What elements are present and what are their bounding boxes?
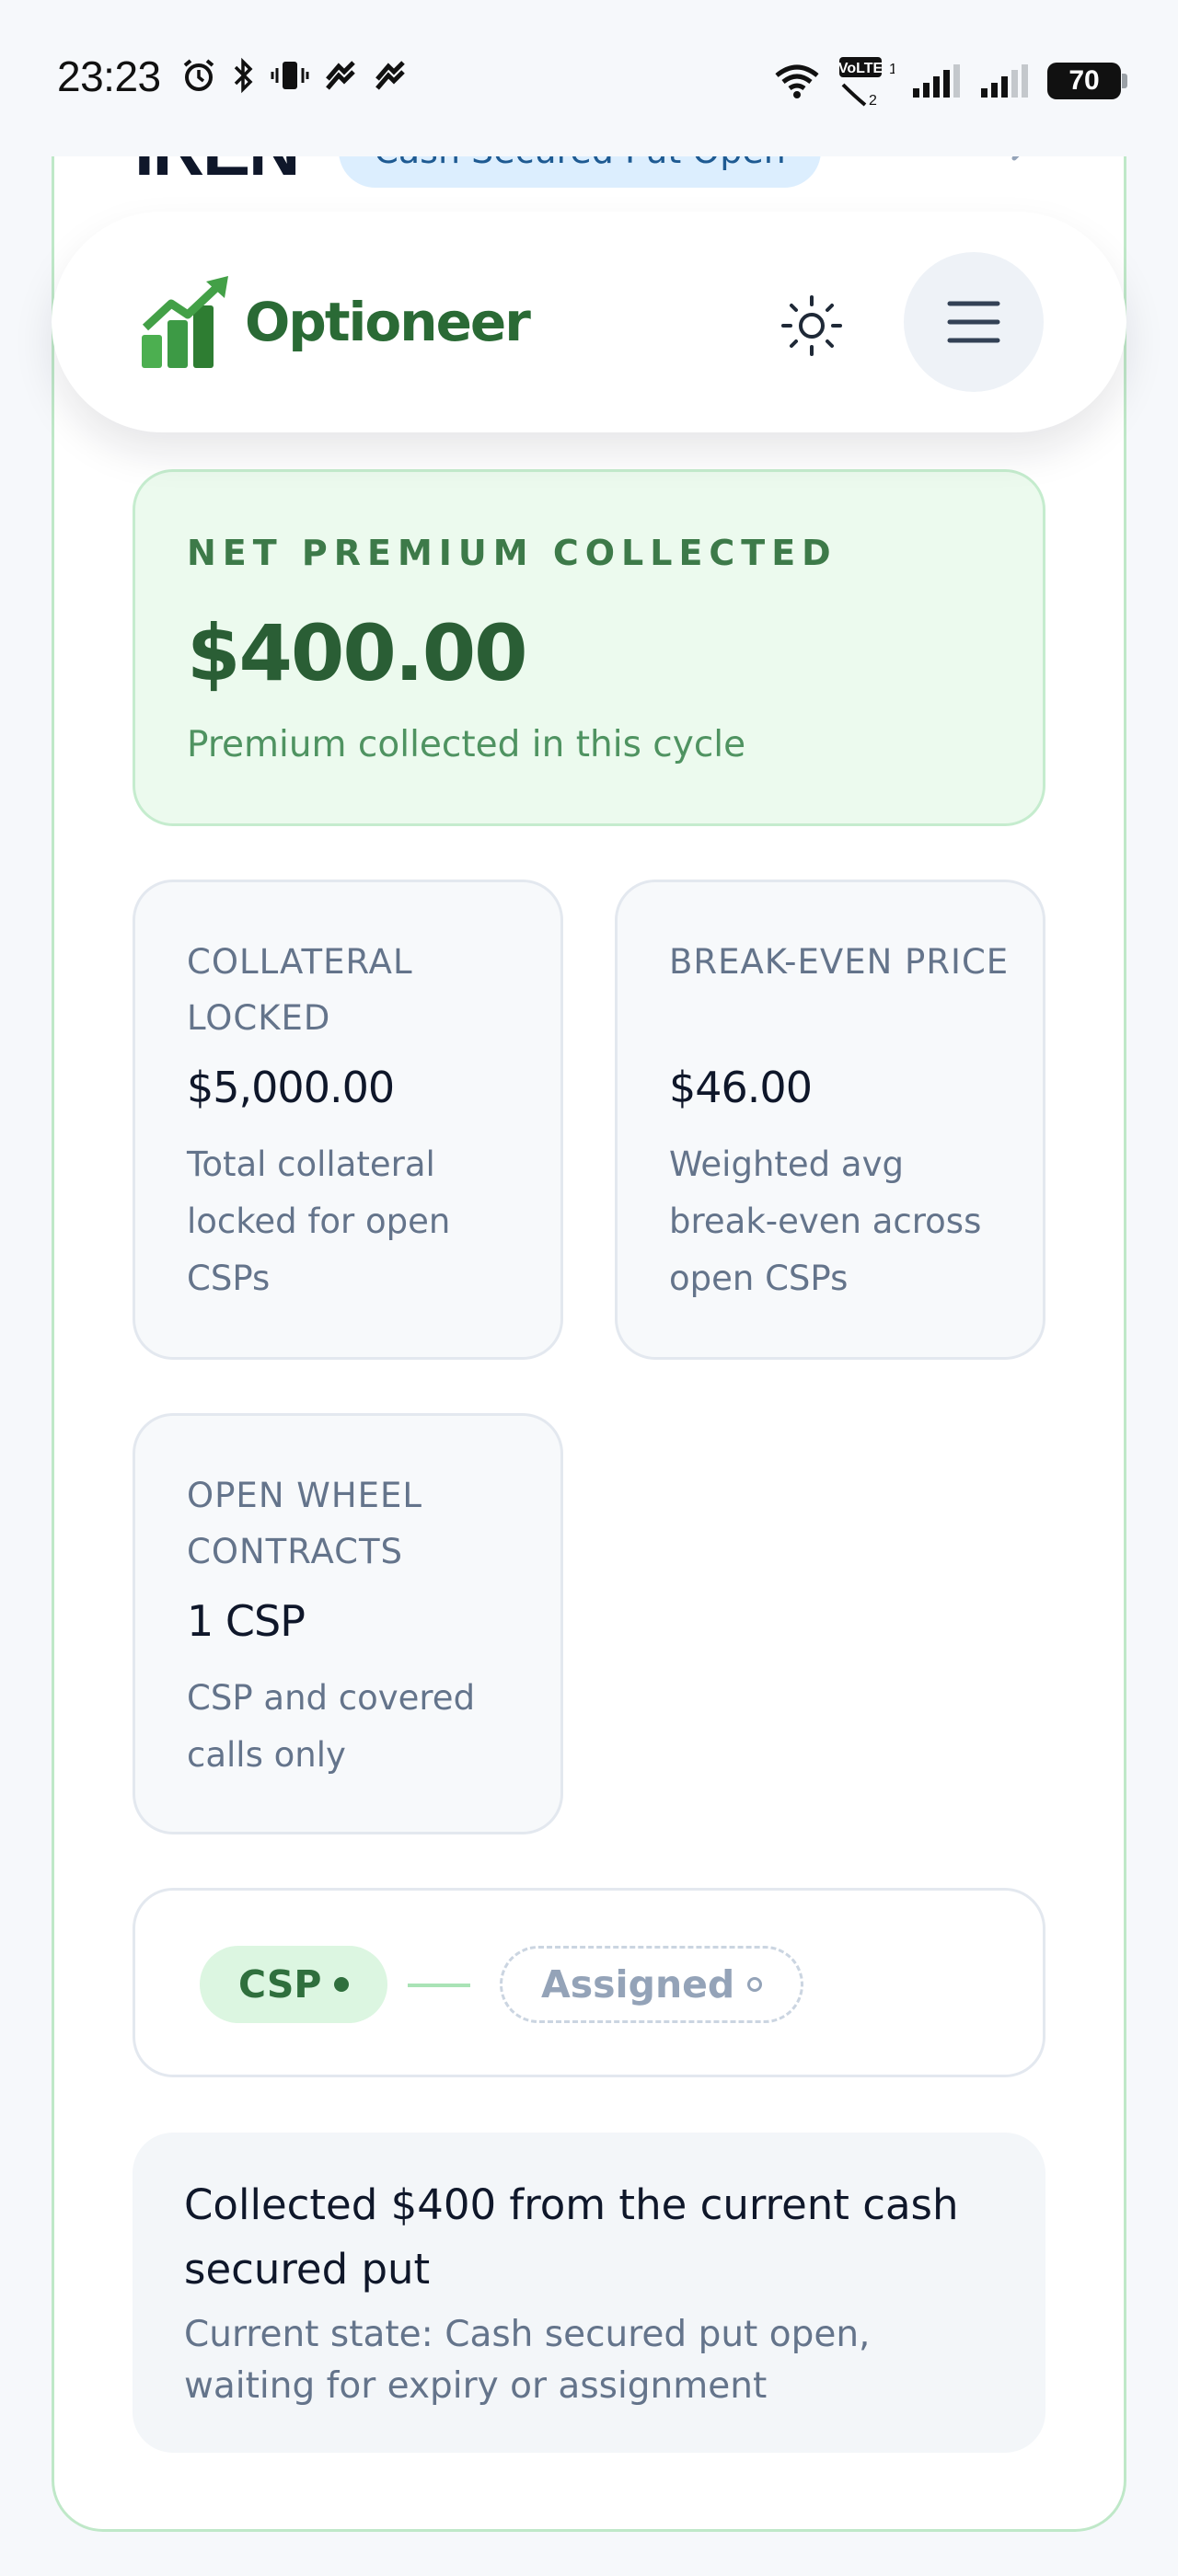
net-premium-label: NET PREMIUM COLLECTED	[187, 533, 837, 573]
menu-button[interactable]	[904, 252, 1044, 392]
signal-tie-icon	[322, 57, 359, 94]
pending-dot-icon	[747, 1977, 763, 1992]
svg-text:2: 2	[869, 93, 877, 107]
stat-value: 1 CSP	[187, 1596, 306, 1646]
volte-label: VoLTE	[838, 61, 884, 76]
signal-bars-icon	[911, 63, 963, 99]
status-bar: 23:23 VoLTE 1 2 70	[0, 0, 1178, 156]
net-premium-card: NET PREMIUM COLLECTED $400.00 Premium co…	[133, 469, 1045, 826]
wifi-icon	[773, 63, 821, 99]
sun-icon	[781, 295, 842, 356]
timeline-step-label: Assigned	[541, 1962, 735, 2007]
summary-description: Current state: Cash secured put open, wa…	[184, 2314, 871, 2407]
break-even-price-card: BREAK-EVEN PRICE $46.00 Weighted avg bre…	[615, 880, 1045, 1360]
signal-tie-icon	[372, 57, 409, 94]
timeline-step-assigned: Assigned	[500, 1946, 804, 2023]
svg-text:1: 1	[889, 62, 895, 77]
app-header: Optioneer	[52, 212, 1126, 432]
summary-title: Collected $400 from the current cash sec…	[184, 2180, 959, 2294]
stat-value: $46.00	[669, 1063, 813, 1112]
cycle-summary: Collected $400 from the current cash sec…	[133, 2133, 1045, 2453]
timeline-step-label: CSP	[238, 1962, 322, 2007]
stat-description: CSP and covered calls only	[187, 1678, 476, 1775]
stat-label: OPEN WHEEL CONTRACTS	[187, 1476, 423, 1571]
vibrate-icon	[271, 57, 309, 94]
status-time: 23:23	[57, 52, 161, 100]
stat-description: Weighted avg break-even across open CSPs	[669, 1144, 982, 1298]
timeline-step-csp: CSP	[200, 1946, 388, 2023]
net-premium-description: Premium collected in this cycle	[187, 724, 746, 765]
wheel-timeline: CSP Assigned	[133, 1888, 1045, 2077]
app-logo[interactable]: Optioneer	[140, 274, 531, 370]
stat-value: $5,000.00	[187, 1063, 395, 1112]
brand-name: Optioneer	[245, 291, 531, 353]
status-right-icons: VoLTE 1 2 70	[773, 55, 1127, 107]
status-left-icons	[180, 57, 409, 94]
stat-label: COLLATERAL LOCKED	[187, 942, 413, 1038]
growth-chart-icon	[142, 276, 228, 368]
active-dot-icon	[334, 1977, 350, 1992]
alarm-icon	[180, 57, 217, 94]
stat-description: Total collateral locked for open CSPs	[187, 1144, 451, 1298]
theme-toggle-button[interactable]	[769, 283, 854, 368]
battery-level: 70	[1068, 65, 1100, 96]
stat-label: BREAK-EVEN PRICE	[669, 942, 1010, 982]
bluetooth-icon	[230, 57, 258, 94]
battery-icon: 70	[1047, 63, 1127, 99]
collateral-locked-card: COLLATERAL LOCKED $5,000.00 Total collat…	[133, 880, 563, 1360]
hamburger-icon	[947, 301, 1000, 343]
net-premium-value: $400.00	[187, 608, 528, 698]
volte-icon: VoLTE 1 2	[837, 55, 895, 107]
open-wheel-contracts-card: OPEN WHEEL CONTRACTS 1 CSP CSP and cover…	[133, 1413, 563, 1834]
signal-bars-icon	[979, 63, 1031, 99]
timeline-connector	[408, 1984, 470, 1987]
